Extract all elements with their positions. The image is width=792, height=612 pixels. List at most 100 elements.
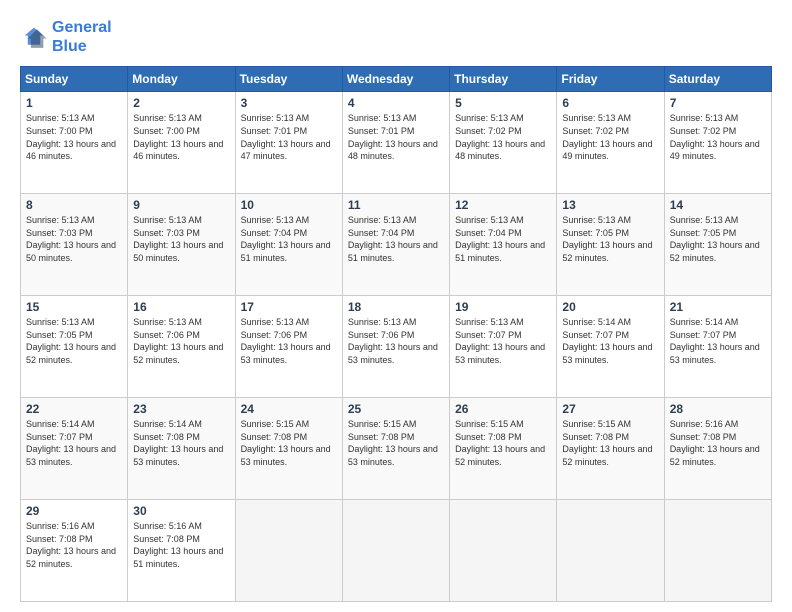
calendar-cell bbox=[557, 500, 664, 602]
day-header-tuesday: Tuesday bbox=[235, 67, 342, 92]
day-number: 20 bbox=[562, 300, 658, 314]
day-info: Sunrise: 5:13 AMSunset: 7:06 PMDaylight:… bbox=[133, 316, 229, 366]
calendar-week-5: 29 Sunrise: 5:16 AMSunset: 7:08 PMDayligh… bbox=[21, 500, 772, 602]
calendar-cell: 24 Sunrise: 5:15 AMSunset: 7:08 PMDayligh… bbox=[235, 398, 342, 500]
day-info: Sunrise: 5:13 AMSunset: 7:02 PMDaylight:… bbox=[670, 112, 766, 162]
day-info: Sunrise: 5:13 AMSunset: 7:03 PMDaylight:… bbox=[26, 214, 122, 264]
day-info: Sunrise: 5:13 AMSunset: 7:00 PMDaylight:… bbox=[133, 112, 229, 162]
day-number: 15 bbox=[26, 300, 122, 314]
calendar-cell: 11 Sunrise: 5:13 AMSunset: 7:04 PMDayligh… bbox=[342, 194, 449, 296]
calendar-cell: 22 Sunrise: 5:14 AMSunset: 7:07 PMDayligh… bbox=[21, 398, 128, 500]
calendar-cell: 29 Sunrise: 5:16 AMSunset: 7:08 PMDayligh… bbox=[21, 500, 128, 602]
day-info: Sunrise: 5:16 AMSunset: 7:08 PMDaylight:… bbox=[26, 520, 122, 570]
day-info: Sunrise: 5:13 AMSunset: 7:02 PMDaylight:… bbox=[455, 112, 551, 162]
calendar-cell bbox=[235, 500, 342, 602]
logo-icon bbox=[20, 23, 48, 51]
calendar-cell: 4Sunrise: 5:13 AMSunset: 7:01 PMDaylight… bbox=[342, 92, 449, 194]
calendar-cell: 20 Sunrise: 5:14 AMSunset: 7:07 PMDayligh… bbox=[557, 296, 664, 398]
logo-text: General Blue bbox=[52, 18, 112, 56]
day-number: 23 bbox=[133, 402, 229, 416]
calendar-cell: 16 Sunrise: 5:13 AMSunset: 7:06 PMDayligh… bbox=[128, 296, 235, 398]
calendar-cell: 23 Sunrise: 5:14 AMSunset: 7:08 PMDayligh… bbox=[128, 398, 235, 500]
day-info: Sunrise: 5:13 AMSunset: 7:05 PMDaylight:… bbox=[562, 214, 658, 264]
day-number: 3 bbox=[241, 96, 337, 110]
calendar-week-1: 1 Sunrise: 5:13 AMSunset: 7:00 PMDaylight… bbox=[21, 92, 772, 194]
day-number: 24 bbox=[241, 402, 337, 416]
day-info: Sunrise: 5:14 AMSunset: 7:07 PMDaylight:… bbox=[562, 316, 658, 366]
calendar-cell: 17 Sunrise: 5:13 AMSunset: 7:06 PMDayligh… bbox=[235, 296, 342, 398]
day-number: 14 bbox=[670, 198, 766, 212]
calendar-cell: 28 Sunrise: 5:16 AMSunset: 7:08 PMDayligh… bbox=[664, 398, 771, 500]
calendar-cell: 21 Sunrise: 5:14 AMSunset: 7:07 PMDayligh… bbox=[664, 296, 771, 398]
day-info: Sunrise: 5:13 AMSunset: 7:03 PMDaylight:… bbox=[133, 214, 229, 264]
day-number: 30 bbox=[133, 504, 229, 518]
day-info: Sunrise: 5:13 AMSunset: 7:04 PMDaylight:… bbox=[241, 214, 337, 264]
day-info: Sunrise: 5:15 AMSunset: 7:08 PMDaylight:… bbox=[562, 418, 658, 468]
calendar-cell: 14Sunrise: 5:13 AMSunset: 7:05 PMDayligh… bbox=[664, 194, 771, 296]
day-number: 12 bbox=[455, 198, 551, 212]
day-number: 1 bbox=[26, 96, 122, 110]
day-info: Sunrise: 5:13 AMSunset: 7:02 PMDaylight:… bbox=[562, 112, 658, 162]
page: General Blue SundayMondayTuesdayWednesda… bbox=[0, 0, 792, 612]
calendar-cell: 8 Sunrise: 5:13 AMSunset: 7:03 PMDaylight… bbox=[21, 194, 128, 296]
day-number: 11 bbox=[348, 198, 444, 212]
day-header-wednesday: Wednesday bbox=[342, 67, 449, 92]
day-info: Sunrise: 5:16 AMSunset: 7:08 PMDaylight:… bbox=[670, 418, 766, 468]
day-number: 21 bbox=[670, 300, 766, 314]
calendar-week-4: 22 Sunrise: 5:14 AMSunset: 7:07 PMDayligh… bbox=[21, 398, 772, 500]
day-number: 13 bbox=[562, 198, 658, 212]
calendar-cell bbox=[664, 500, 771, 602]
day-number: 26 bbox=[455, 402, 551, 416]
day-info: Sunrise: 5:13 AMSunset: 7:04 PMDaylight:… bbox=[348, 214, 444, 264]
day-info: Sunrise: 5:15 AMSunset: 7:08 PMDaylight:… bbox=[241, 418, 337, 468]
day-number: 22 bbox=[26, 402, 122, 416]
day-info: Sunrise: 5:14 AMSunset: 7:08 PMDaylight:… bbox=[133, 418, 229, 468]
day-info: Sunrise: 5:13 AMSunset: 7:01 PMDaylight:… bbox=[241, 112, 337, 162]
day-number: 27 bbox=[562, 402, 658, 416]
day-number: 28 bbox=[670, 402, 766, 416]
day-number: 29 bbox=[26, 504, 122, 518]
day-info: Sunrise: 5:16 AMSunset: 7:08 PMDaylight:… bbox=[133, 520, 229, 570]
calendar-cell: 13 Sunrise: 5:13 AMSunset: 7:05 PMDayligh… bbox=[557, 194, 664, 296]
calendar-week-2: 8 Sunrise: 5:13 AMSunset: 7:03 PMDaylight… bbox=[21, 194, 772, 296]
calendar-cell: 3 Sunrise: 5:13 AMSunset: 7:01 PMDaylight… bbox=[235, 92, 342, 194]
day-number: 2 bbox=[133, 96, 229, 110]
day-header-sunday: Sunday bbox=[21, 67, 128, 92]
calendar-cell bbox=[450, 500, 557, 602]
calendar-cell: 19 Sunrise: 5:13 AMSunset: 7:07 PMDayligh… bbox=[450, 296, 557, 398]
calendar-cell bbox=[342, 500, 449, 602]
day-number: 10 bbox=[241, 198, 337, 212]
day-info: Sunrise: 5:13 AMSunset: 7:06 PMDaylight:… bbox=[348, 316, 444, 366]
day-number: 8 bbox=[26, 198, 122, 212]
calendar-cell: 6 Sunrise: 5:13 AMSunset: 7:02 PMDaylight… bbox=[557, 92, 664, 194]
calendar-cell: 30 Sunrise: 5:16 AMSunset: 7:08 PMDayligh… bbox=[128, 500, 235, 602]
day-number: 6 bbox=[562, 96, 658, 110]
day-number: 7 bbox=[670, 96, 766, 110]
header: General Blue bbox=[20, 18, 772, 56]
day-number: 18 bbox=[348, 300, 444, 314]
day-info: Sunrise: 5:14 AMSunset: 7:07 PMDaylight:… bbox=[670, 316, 766, 366]
day-number: 19 bbox=[455, 300, 551, 314]
day-info: Sunrise: 5:14 AMSunset: 7:07 PMDaylight:… bbox=[26, 418, 122, 468]
day-info: Sunrise: 5:13 AMSunset: 7:05 PMDaylight:… bbox=[26, 316, 122, 366]
calendar: SundayMondayTuesdayWednesdayThursdayFrid… bbox=[20, 66, 772, 602]
day-number: 16 bbox=[133, 300, 229, 314]
day-number: 9 bbox=[133, 198, 229, 212]
logo: General Blue bbox=[20, 18, 112, 56]
day-header-monday: Monday bbox=[128, 67, 235, 92]
day-info: Sunrise: 5:13 AMSunset: 7:07 PMDaylight:… bbox=[455, 316, 551, 366]
calendar-cell: 18 Sunrise: 5:13 AMSunset: 7:06 PMDayligh… bbox=[342, 296, 449, 398]
day-info: Sunrise: 5:13 AMSunset: 7:00 PMDaylight:… bbox=[26, 112, 122, 162]
header-row: SundayMondayTuesdayWednesdayThursdayFrid… bbox=[21, 67, 772, 92]
day-info: Sunrise: 5:13 AMSunset: 7:06 PMDaylight:… bbox=[241, 316, 337, 366]
day-header-thursday: Thursday bbox=[450, 67, 557, 92]
calendar-cell: 10 Sunrise: 5:13 AMSunset: 7:04 PMDayligh… bbox=[235, 194, 342, 296]
day-number: 17 bbox=[241, 300, 337, 314]
calendar-cell: 2 Sunrise: 5:13 AMSunset: 7:00 PMDaylight… bbox=[128, 92, 235, 194]
day-number: 5 bbox=[455, 96, 551, 110]
calendar-week-3: 15 Sunrise: 5:13 AMSunset: 7:05 PMDayligh… bbox=[21, 296, 772, 398]
calendar-cell: 25Sunrise: 5:15 AMSunset: 7:08 PMDayligh… bbox=[342, 398, 449, 500]
calendar-cell: 1 Sunrise: 5:13 AMSunset: 7:00 PMDaylight… bbox=[21, 92, 128, 194]
calendar-cell: 9 Sunrise: 5:13 AMSunset: 7:03 PMDaylight… bbox=[128, 194, 235, 296]
day-number: 4 bbox=[348, 96, 444, 110]
